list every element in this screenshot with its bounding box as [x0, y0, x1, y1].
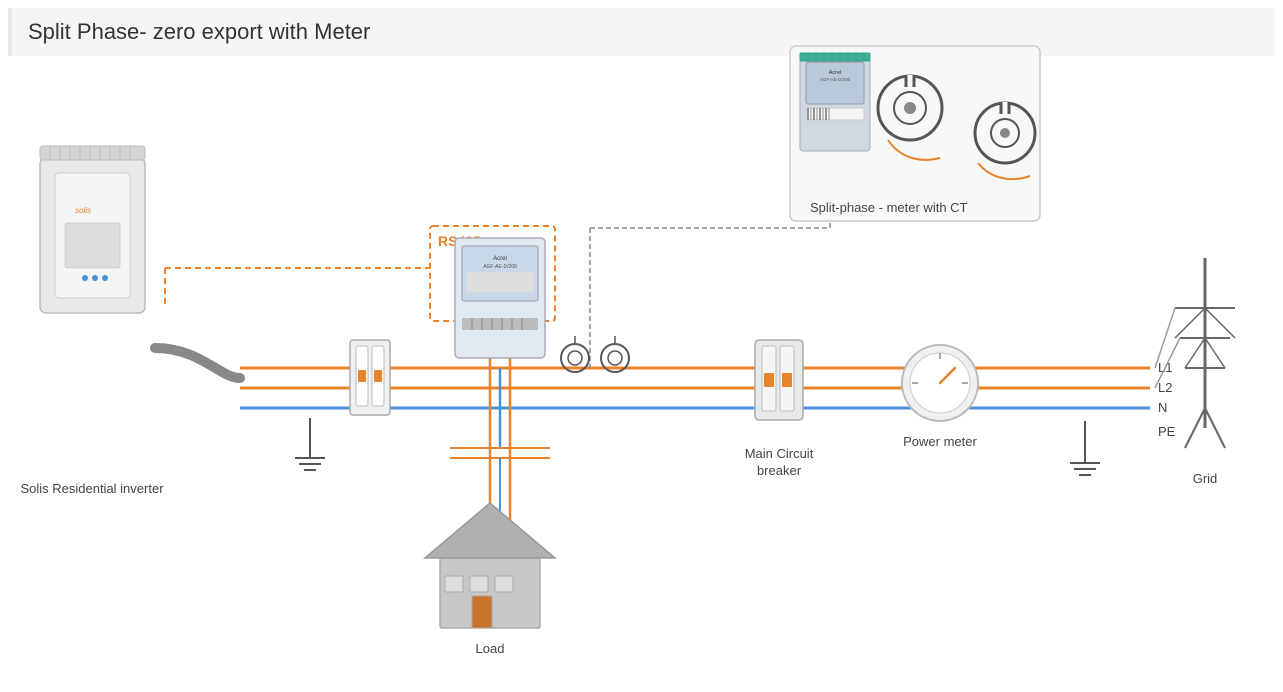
svg-text:Grid: Grid	[1193, 471, 1218, 486]
svg-text:AGF-AE-D/200: AGF-AE-D/200	[483, 264, 517, 270]
svg-text:Acrel: Acrel	[829, 70, 842, 76]
pe-label: PE	[1158, 424, 1176, 439]
svg-text:Power meter: Power meter	[903, 434, 977, 449]
svg-text:Acrel: Acrel	[493, 256, 507, 262]
l2-label: L2	[1158, 380, 1172, 395]
inverter-label: Solis Residential inverter	[20, 481, 164, 496]
svg-text:breaker: breaker	[757, 463, 802, 478]
n-label: N	[1158, 400, 1167, 415]
svg-text:AGF-AE-D/200: AGF-AE-D/200	[820, 77, 851, 82]
diagram-svg: RS485 solis Solis Residential inverter A…	[0, 0, 1283, 692]
ct-meter-label: Split-phase - meter with CT	[810, 200, 968, 215]
svg-text:solis: solis	[75, 206, 91, 215]
svg-text:Main Circuit: Main Circuit	[745, 446, 814, 461]
svg-text:Load: Load	[476, 641, 505, 656]
